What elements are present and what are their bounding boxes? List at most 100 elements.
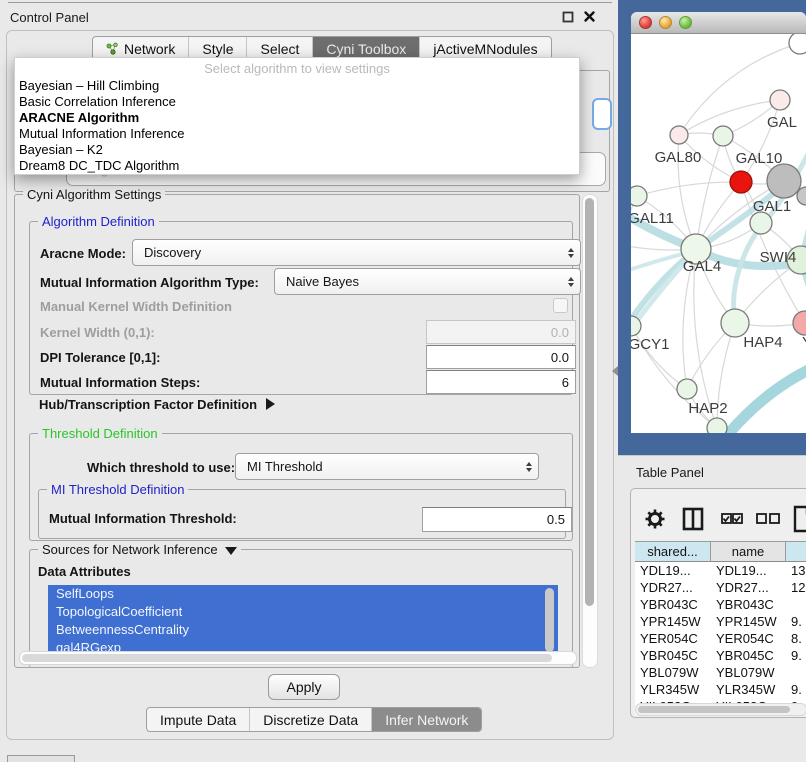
algorithm-option-dream8-dc-tdc-algorithm[interactable]: Dream8 DC_TDC Algorithm bbox=[15, 158, 579, 174]
network-icon bbox=[106, 42, 119, 55]
network-node-gal10[interactable] bbox=[713, 126, 733, 146]
tab-infer-network[interactable]: Infer Network bbox=[371, 708, 481, 731]
mi-threshold-value: 0.5 bbox=[547, 512, 565, 527]
table-cell: YER054C bbox=[635, 630, 711, 647]
table-panel: shared...nameAYDL19...YDL19...13YDR27...… bbox=[630, 488, 806, 718]
network-node-swi4[interactable] bbox=[750, 212, 772, 234]
table-row[interactable]: YBR045CYBR045C9. bbox=[635, 647, 806, 664]
algorithm-option-mutual-information-inference[interactable]: Mutual Information Inference bbox=[15, 126, 579, 142]
kernel-width-field[interactable]: 0.0 bbox=[426, 320, 576, 344]
float-window-icon[interactable] bbox=[562, 11, 574, 23]
table-cell: YDL19... bbox=[711, 562, 786, 579]
network-node-gal[interactable] bbox=[770, 90, 790, 110]
network-node-hap4[interactable] bbox=[721, 309, 749, 337]
table-row[interactable]: YBL079WYBL079W bbox=[635, 664, 806, 681]
algorithm-option-aracne-algorithm[interactable]: ARACNE Algorithm bbox=[15, 110, 579, 126]
network-node-hap2[interactable] bbox=[677, 379, 697, 399]
attr-list-scrollbar[interactable] bbox=[545, 588, 554, 652]
table-row[interactable]: YDL19...YDL19...13 bbox=[635, 562, 806, 579]
table-cell: 9. bbox=[786, 647, 806, 664]
network-edge-thick bbox=[723, 364, 806, 433]
algorithm-option-basic-correlation-inference[interactable]: Basic Correlation Inference bbox=[15, 94, 579, 110]
zoom-traffic-light-icon[interactable] bbox=[679, 16, 692, 29]
mi-steps-field[interactable]: 6 bbox=[426, 370, 576, 394]
table-cell: YDR27... bbox=[711, 579, 786, 596]
column-header-a[interactable]: A bbox=[786, 541, 806, 562]
mi-algorithm-type-value: Naive Bayes bbox=[286, 274, 359, 289]
table-row[interactable]: YDR27...YDR27...12 bbox=[635, 579, 806, 596]
sources-title[interactable]: Sources for Network Inference bbox=[38, 542, 241, 557]
network-canvas[interactable]: GALGAL80GAL10GAL1GAL11SWI4GAL4GCY1HAP4YH… bbox=[631, 34, 806, 433]
hub-definition-label: Hub/Transcription Factor Definition bbox=[39, 397, 257, 412]
table-row[interactable]: YER054CYER054C8. bbox=[635, 630, 806, 647]
cyni-bottom-tabbar: Impute Data Discretize Data Infer Network bbox=[146, 707, 482, 732]
network-node-label: GCY1 bbox=[631, 336, 669, 353]
table-cell: YBR045C bbox=[635, 647, 711, 664]
gear-icon[interactable] bbox=[646, 510, 665, 529]
columns-icon[interactable] bbox=[684, 509, 702, 529]
settings-vscrollbar[interactable] bbox=[582, 194, 598, 668]
select-all-checks-icon[interactable] bbox=[722, 514, 742, 523]
mi-algorithm-type-combo[interactable]: Naive Bayes bbox=[274, 268, 581, 295]
table-row[interactable]: YBR043CYBR043C bbox=[635, 596, 806, 613]
network-node-label: GAL bbox=[767, 114, 797, 131]
aracne-mode-value: Discovery bbox=[144, 245, 201, 260]
network-edge bbox=[637, 182, 741, 196]
combo-stepper-icon bbox=[568, 248, 580, 258]
document-icon[interactable] bbox=[795, 507, 806, 531]
algorithm-option-bayesian-k2[interactable]: Bayesian – K2 bbox=[15, 142, 579, 158]
table-cell: YBR045C bbox=[711, 647, 786, 664]
column-header-shared[interactable]: shared... bbox=[635, 541, 711, 562]
tab-label: Infer Network bbox=[385, 712, 468, 728]
tab-label: Network bbox=[124, 41, 175, 57]
table-cell bbox=[786, 596, 806, 613]
close-traffic-light-icon[interactable] bbox=[639, 16, 652, 29]
close-icon[interactable] bbox=[583, 10, 596, 23]
apply-button[interactable]: Apply bbox=[268, 674, 340, 700]
tab-impute-data[interactable]: Impute Data bbox=[147, 708, 249, 731]
network-window-titlebar[interactable] bbox=[631, 12, 806, 34]
tab-label: Discretize Data bbox=[263, 712, 358, 728]
cyni-settings-title: Cyni Algorithm Settings bbox=[23, 187, 165, 202]
deselect-all-checks-icon[interactable] bbox=[757, 514, 779, 523]
network-node-label: SWI4 bbox=[760, 249, 797, 266]
network-node[interactable] bbox=[789, 34, 806, 54]
which-threshold-combo[interactable]: MI Threshold bbox=[235, 453, 539, 480]
attribute-item-selfloops[interactable]: SelfLoops bbox=[48, 585, 558, 603]
control-panel-title: Control Panel bbox=[10, 10, 89, 25]
attribute-item-betweennesscentrality[interactable]: BetweennessCentrality bbox=[48, 621, 558, 639]
table-toolbar bbox=[631, 497, 806, 541]
mi-threshold-field[interactable]: 0.5 bbox=[422, 507, 572, 532]
table-hscrollbar[interactable] bbox=[635, 703, 806, 716]
column-header-name[interactable]: name bbox=[711, 541, 786, 562]
bottom-partial-widget bbox=[7, 755, 75, 762]
algorithm-option-bayesian-hill-climbing[interactable]: Bayesian – Hill Climbing bbox=[15, 78, 579, 94]
combo-stepper-icon bbox=[568, 277, 580, 287]
mi-threshold-group: MI Threshold Definition Mutual Informati… bbox=[38, 489, 566, 539]
hub-definition-expander[interactable]: Hub/Transcription Factor Definition bbox=[39, 395, 275, 413]
network-node-y[interactable] bbox=[793, 311, 806, 335]
table-cell: YBL079W bbox=[635, 664, 711, 681]
network-node[interactable] bbox=[707, 418, 727, 433]
algorithm-combo-focus-fragment[interactable] bbox=[592, 98, 612, 130]
aracne-mode-combo[interactable]: Discovery bbox=[132, 239, 581, 266]
network-node[interactable] bbox=[767, 164, 801, 198]
network-node-gal11[interactable] bbox=[631, 186, 647, 206]
tab-discretize-data[interactable]: Discretize Data bbox=[249, 708, 371, 731]
network-view-window[interactable]: GALGAL80GAL10GAL1GAL11SWI4GAL4GCY1HAP4YH… bbox=[631, 12, 806, 433]
attribute-item-topologicalcoefficient[interactable]: TopologicalCoefficient bbox=[48, 603, 558, 621]
table-row[interactable]: YLR345WYLR345W9. bbox=[635, 681, 806, 698]
threshold-definition-group: Threshold Definition Which threshold to … bbox=[29, 433, 573, 541]
divider bbox=[618, 455, 806, 456]
table-cell bbox=[786, 664, 806, 681]
table-cell: YBL079W bbox=[711, 664, 786, 681]
settings-hscrollbar[interactable] bbox=[19, 651, 577, 665]
table-row[interactable]: YPR145WYPR145W9. bbox=[635, 613, 806, 630]
network-node-gal1[interactable] bbox=[730, 171, 752, 193]
dpi-tolerance-field[interactable]: 0.0 bbox=[426, 345, 576, 369]
data-attributes-list[interactable]: SelfLoopsTopologicalCoefficientBetweenne… bbox=[48, 585, 558, 657]
minimize-traffic-light-icon[interactable] bbox=[659, 16, 672, 29]
network-node-gal80[interactable] bbox=[670, 126, 688, 144]
collapse-arrow-icon bbox=[225, 547, 237, 555]
manual-kernel-width-checkbox[interactable] bbox=[553, 298, 568, 313]
